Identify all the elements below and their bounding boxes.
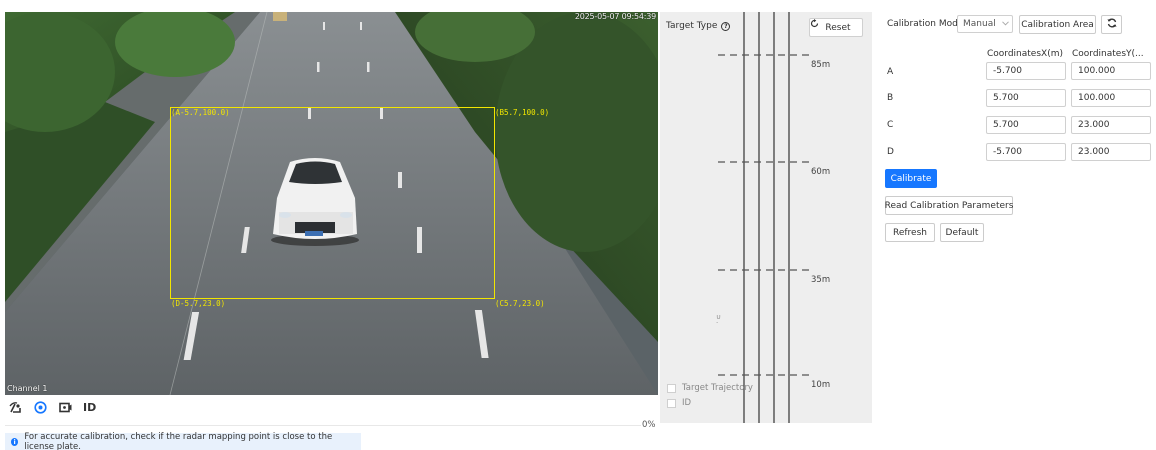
- coordinate-y-c-input[interactable]: 23.000: [1071, 116, 1151, 134]
- progress-label: 0%: [642, 420, 656, 430]
- target-trajectory-checkbox[interactable]: Target Trajectory: [667, 383, 753, 393]
- corner-label-a: (A-5.7,100.0): [171, 108, 230, 117]
- notice-text: For accurate calibration, check if the r…: [24, 431, 333, 450]
- row-label-d: D: [887, 147, 894, 157]
- reset-button[interactable]: Reset: [809, 18, 863, 37]
- radar-lane-diagram: [718, 12, 810, 423]
- row-label-a: A: [887, 67, 894, 77]
- corner-label-d: (D-5.7,23.0): [171, 299, 226, 308]
- coordinate-x-c-input[interactable]: 5.700: [986, 116, 1066, 134]
- distance-label-2: 60m: [811, 167, 831, 177]
- progress-bar: [5, 425, 641, 426]
- reset-label: Reset: [825, 22, 851, 33]
- calibration-settings: Calibration Mode Manual Calibration Area…: [880, 12, 1156, 312]
- read-calibration-parameters-button[interactable]: Read Calibration Parameters: [885, 196, 1013, 215]
- id-checkbox[interactable]: ID: [667, 398, 691, 408]
- distance-label-1: 85m: [811, 60, 831, 70]
- coordinate-y-b-input[interactable]: 100.000: [1071, 89, 1151, 107]
- coordinate-x-a-input[interactable]: -5.700: [986, 62, 1066, 80]
- calibration-mode-value: Manual: [963, 19, 996, 29]
- target-icon[interactable]: [33, 400, 47, 414]
- id-checkbox-label: ID: [682, 398, 692, 408]
- calibration-mode-label: Calibration Mode: [887, 19, 964, 29]
- coordinate-x-b-input[interactable]: 5.700: [986, 89, 1066, 107]
- calibrate-button[interactable]: Calibrate: [885, 169, 937, 188]
- channel-label: Channel 1: [7, 384, 48, 393]
- radar-origin-marker: ∪ ·: [716, 313, 722, 327]
- info-icon: i: [11, 437, 19, 446]
- record-icon[interactable]: [58, 400, 72, 414]
- video-preview[interactable]: 2025-05-07 09:54:39 (A-5.7,100.0) (B5.7,…: [5, 12, 658, 395]
- radar-panel[interactable]: Target Type ? Reset 85m 60m 35m 10m ∪ · T…: [660, 12, 872, 423]
- refresh-area-button[interactable]: [1101, 15, 1122, 34]
- coordinate-x-d-input[interactable]: -5.700: [986, 143, 1066, 161]
- target-trajectory-label: Target Trajectory: [682, 383, 753, 393]
- refresh-icon: [1107, 18, 1117, 31]
- corner-label-b: (B5.7,100.0): [495, 108, 550, 117]
- id-check[interactable]: [667, 398, 676, 408]
- corner-label-c: (C5.7,23.0): [495, 299, 545, 308]
- refresh-button[interactable]: Refresh: [885, 223, 935, 242]
- calibration-mode-select[interactable]: Manual: [957, 15, 1013, 33]
- row-label-c: C: [887, 120, 894, 130]
- radar-icon[interactable]: [8, 400, 22, 414]
- help-icon[interactable]: ?: [721, 21, 731, 31]
- default-button[interactable]: Default: [940, 223, 984, 242]
- column-header-x: CoordinatesX(m): [987, 49, 1063, 59]
- calibration-area-button[interactable]: Calibration Area: [1019, 15, 1096, 34]
- coordinate-y-a-input[interactable]: 100.000: [1071, 62, 1151, 80]
- calibration-area-box[interactable]: [170, 107, 495, 299]
- target-type-label: Target Type ?: [666, 21, 731, 31]
- column-header-y: CoordinatesY(...: [1072, 49, 1144, 59]
- radar-calibration-page: 2025-05-07 09:54:39 (A-5.7,100.0) (B5.7,…: [0, 0, 1156, 450]
- distance-label-4: 10m: [811, 380, 831, 390]
- id-toggle[interactable]: ID: [83, 401, 96, 414]
- chevron-down-icon: [1001, 19, 1009, 29]
- row-label-b: B: [887, 93, 894, 103]
- target-trajectory-check[interactable]: [667, 383, 676, 393]
- coordinate-y-d-input[interactable]: 23.000: [1071, 143, 1151, 161]
- distance-label-3: 35m: [811, 275, 831, 285]
- video-timestamp: 2025-05-07 09:54:39: [574, 12, 656, 21]
- video-toolbar: ID: [8, 398, 96, 416]
- calibration-notice: i For accurate calibration, check if the…: [5, 431, 361, 450]
- target-type-text: Target Type: [666, 21, 718, 31]
